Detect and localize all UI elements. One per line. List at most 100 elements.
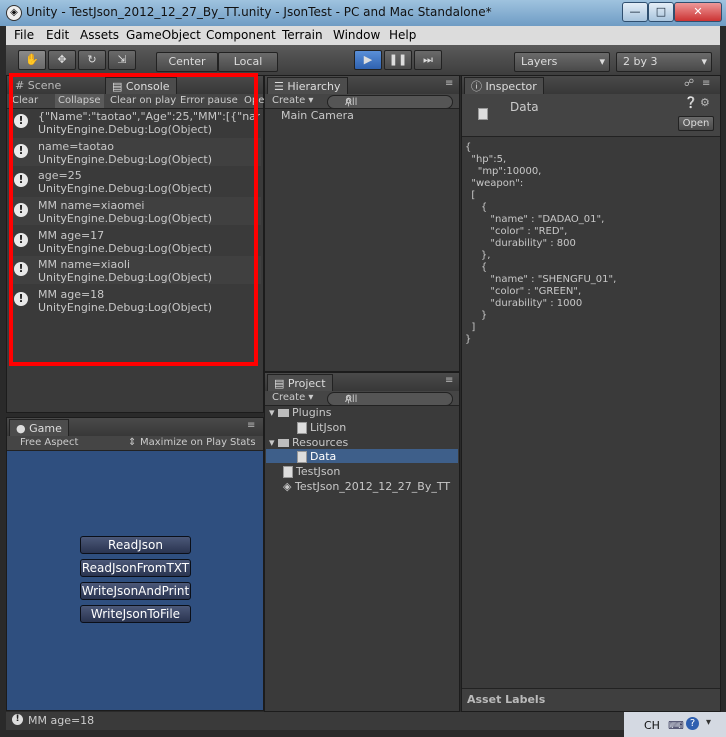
tray-arrow-icon[interactable]: ▾ bbox=[706, 717, 711, 728]
lock-icon[interactable]: ☍ bbox=[684, 78, 694, 89]
unity-scene-icon: ◈ bbox=[283, 480, 292, 493]
chevron-down-icon: ▾ bbox=[701, 55, 707, 68]
project-item-data[interactable]: Data bbox=[297, 450, 336, 463]
script-file-icon bbox=[283, 466, 293, 478]
pause-icon[interactable]: ❚❚ bbox=[384, 50, 412, 70]
play-icon[interactable]: ▶ bbox=[354, 50, 382, 70]
hierarchy-item-main-camera[interactable]: Main Camera bbox=[281, 109, 354, 122]
project-item-testjson[interactable]: TestJson bbox=[283, 465, 340, 478]
hierarchy-toolbar: Create ▾ ⚲ All bbox=[265, 94, 459, 109]
project-item-scene[interactable]: ◈ TestJson_2012_12_27_By_TT bbox=[283, 480, 450, 493]
inspector-header: Data ❔ ⚙ Open bbox=[462, 94, 720, 137]
menu-help[interactable]: Help bbox=[389, 28, 416, 42]
tab-project[interactable]: ▤ Project bbox=[267, 374, 333, 392]
tab-game[interactable]: ● Game bbox=[9, 419, 69, 437]
selected-row bbox=[266, 449, 458, 463]
project-create-button[interactable]: Create ▾ bbox=[269, 391, 316, 405]
stats-toggle[interactable]: Stats bbox=[227, 436, 259, 450]
rotate-tool-icon[interactable]: ↻ bbox=[78, 50, 106, 70]
keyboard-icon[interactable]: ⌨ bbox=[668, 719, 684, 732]
pivot-center-button[interactable]: Center bbox=[156, 52, 218, 72]
menu-assets[interactable]: Assets bbox=[80, 28, 119, 42]
hierarchy-panel: ☰ Hierarchy ≡ Create ▾ ⚲ All Main Camera bbox=[264, 75, 460, 372]
project-item-label: Plugins bbox=[292, 406, 332, 419]
project-search-input[interactable]: ⚲ All bbox=[327, 392, 453, 406]
asset-labels-bar: Asset Labels bbox=[462, 688, 720, 711]
project-item-label: LitJson bbox=[310, 421, 347, 434]
menu-edit[interactable]: Edit bbox=[46, 28, 69, 42]
pivot-local-button[interactable]: Local bbox=[218, 52, 278, 72]
window-title: Unity - TestJson_2012_12_27_By_TT.unity … bbox=[26, 5, 492, 19]
hierarchy-create-button[interactable]: Create ▾ bbox=[269, 94, 316, 108]
status-bar: ! MM age=18 bbox=[6, 712, 624, 730]
maximize-button[interactable]: □ bbox=[648, 2, 674, 22]
main-toolbar: ✋ ✥ ↻ ⇲ Center Local ▶ ❚❚ ⏭ Layers ▾ 2 b… bbox=[6, 45, 720, 76]
writejsonandprint-button[interactable]: WriteJsonAndPrint bbox=[80, 582, 191, 600]
project-item-label: Data bbox=[310, 450, 337, 463]
tab-game-label: Game bbox=[29, 422, 62, 435]
hierarchy-search-input[interactable]: ⚲ All bbox=[327, 95, 453, 109]
game-toolbar: Free Aspect ⇕ Maximize on Play Stats bbox=[7, 436, 263, 451]
menu-window[interactable]: Window bbox=[333, 28, 380, 42]
project-item-plugins[interactable]: ▾ Plugins bbox=[269, 406, 331, 419]
asset-name: Data bbox=[510, 100, 539, 114]
layout-dropdown[interactable]: 2 by 3 ▾ bbox=[616, 52, 712, 72]
hand-tool-icon[interactable]: ✋ bbox=[18, 50, 46, 70]
menu-terrain[interactable]: Terrain bbox=[282, 28, 323, 42]
project-item-litjson[interactable]: LitJson bbox=[297, 421, 346, 434]
asset-labels-title: Asset Labels bbox=[467, 693, 546, 706]
text-asset-icon bbox=[478, 108, 488, 120]
scale-tool-icon[interactable]: ⇲ bbox=[108, 50, 136, 70]
tab-inspector[interactable]: ⓘ Inspector bbox=[464, 77, 544, 95]
aspect-dropdown[interactable]: Free Aspect bbox=[17, 436, 81, 450]
game-tab-icon: ● bbox=[16, 422, 26, 435]
tab-inspector-label: Inspector bbox=[485, 80, 537, 93]
panel-menu-icon[interactable]: ≡ bbox=[445, 78, 453, 89]
search-filter-label: All bbox=[345, 97, 358, 108]
layout-label: 2 by 3 bbox=[623, 55, 658, 68]
readjsonfromtxt-button[interactable]: ReadJsonFromTXT bbox=[80, 559, 191, 577]
game-view bbox=[7, 451, 263, 710]
project-item-label: TestJson_2012_12_27_By_TT bbox=[294, 480, 451, 493]
project-panel: ▤ Project ≡ Create ▾ ⚲ All ▾ Plugins Lit… bbox=[264, 372, 460, 712]
maximize-on-play-toggle[interactable]: Maximize on Play bbox=[137, 436, 230, 450]
move-tool-icon[interactable]: ✥ bbox=[48, 50, 76, 70]
project-tabstrip: ▤ Project ≡ bbox=[265, 373, 459, 392]
help-icon[interactable]: ❔ bbox=[684, 96, 698, 109]
menu-gameobject[interactable]: GameObject bbox=[126, 28, 201, 42]
inspector-tabstrip: ⓘ Inspector ☍ ≡ bbox=[462, 76, 720, 95]
unity-logo-icon: ◈ bbox=[6, 5, 22, 21]
panel-menu-icon[interactable]: ≡ bbox=[445, 375, 453, 386]
open-button[interactable]: Open bbox=[678, 116, 714, 131]
step-icon[interactable]: ⏭ bbox=[414, 50, 442, 70]
expand-arrow-icon: ▾ bbox=[269, 406, 275, 419]
system-tray: CH ⌨ ? ▾ bbox=[624, 712, 726, 737]
game-tabstrip: ● Game ≡ bbox=[7, 418, 263, 437]
folder-icon bbox=[278, 439, 290, 447]
help-icon[interactable]: ? bbox=[686, 717, 699, 730]
menu-file[interactable]: File bbox=[14, 28, 34, 42]
readjson-button[interactable]: ReadJson bbox=[80, 536, 191, 554]
window-titlebar: ◈ Unity - TestJson_2012_12_27_By_TT.unit… bbox=[0, 0, 726, 26]
panel-menu-icon[interactable]: ≡ bbox=[247, 420, 255, 431]
close-button[interactable]: ✕ bbox=[674, 2, 722, 22]
tab-project-label: Project bbox=[287, 377, 326, 390]
minimize-button[interactable]: — bbox=[622, 2, 648, 22]
tab-hierarchy[interactable]: ☰ Hierarchy bbox=[267, 77, 348, 95]
project-tab-icon: ▤ bbox=[274, 377, 285, 390]
status-message[interactable]: MM age=18 bbox=[28, 714, 94, 727]
menu-component[interactable]: Component bbox=[206, 28, 276, 42]
folder-icon bbox=[278, 409, 290, 417]
hierarchy-tabstrip: ☰ Hierarchy ≡ bbox=[265, 76, 459, 95]
info-icon: ⓘ bbox=[471, 80, 482, 93]
layers-dropdown[interactable]: Layers ▾ bbox=[514, 52, 610, 72]
layers-label: Layers bbox=[521, 55, 558, 68]
panel-menu-icon[interactable]: ≡ bbox=[702, 78, 710, 89]
search-filter-label: All bbox=[345, 394, 358, 405]
project-item-resources[interactable]: ▾ Resources bbox=[269, 436, 348, 449]
project-toolbar: Create ▾ ⚲ All bbox=[265, 391, 459, 406]
writejsontofile-button[interactable]: WriteJsonToFile bbox=[80, 605, 191, 623]
project-item-label: TestJson bbox=[296, 465, 341, 478]
gear-icon[interactable]: ⚙ bbox=[700, 96, 710, 109]
ime-indicator[interactable]: CH bbox=[644, 719, 660, 732]
